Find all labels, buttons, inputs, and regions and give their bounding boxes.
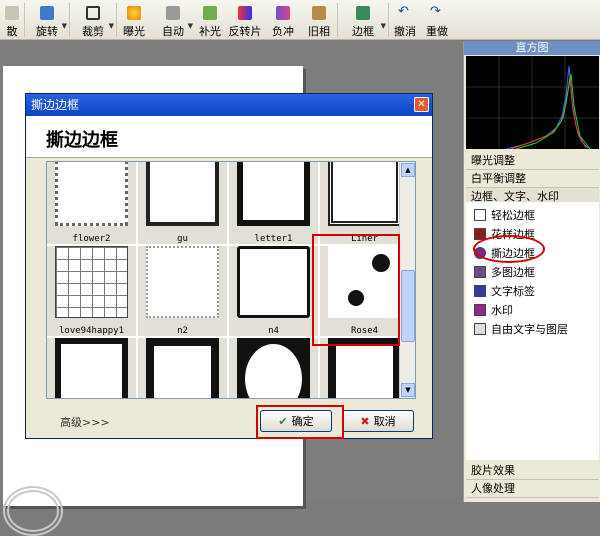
cancel-button[interactable]: ✖ 取消 [342, 410, 414, 432]
toolbar-exposure[interactable]: 曝光 [117, 0, 151, 40]
reverse-film-icon [238, 6, 252, 20]
toolbar-undo[interactable]: ↶ 撤消 [389, 0, 421, 40]
scroll-up-button[interactable]: ▲ [401, 163, 415, 177]
undo-icon: ↶ [398, 4, 409, 19]
thumbnail-10[interactable] [138, 338, 227, 398]
thumbnail-image [328, 162, 401, 226]
toolbar-reverse-film[interactable]: 反转片 [225, 0, 265, 40]
scroll-down-button[interactable]: ▼ [401, 383, 415, 397]
thumbnail-image [55, 338, 128, 398]
panel-item-text-label[interactable]: 文字标签 [474, 282, 535, 300]
thumbnail-love94happy1[interactable]: love94happy1 [47, 246, 136, 336]
redo-icon: ↷ [430, 4, 441, 19]
panel-item-watermark[interactable]: 水印 [474, 301, 513, 319]
toolbar-cut[interactable]: 散 [0, 0, 24, 40]
fill-light-icon [203, 6, 217, 20]
close-button[interactable]: ✕ [414, 97, 429, 112]
thumbnail-gu[interactable]: gu [138, 162, 227, 244]
grid-scrollbar[interactable]: ▲ ▼ [399, 162, 415, 398]
thumbnail-n2[interactable]: n2 [138, 246, 227, 336]
auto-icon [166, 6, 180, 20]
thumbnail-image [146, 246, 219, 318]
border-icon [356, 6, 370, 20]
toolbar-auto[interactable]: 自动 ▼ [151, 0, 195, 40]
exposure-icon [127, 6, 141, 20]
panel-group-film[interactable]: 胶片效果 [466, 462, 599, 480]
panel-item-free-text[interactable]: 自由文字与图层 [474, 320, 568, 338]
crop-icon [86, 6, 100, 20]
histogram [466, 56, 599, 149]
thumbnail-letter1[interactable]: letter1 [229, 162, 318, 244]
toolbar-crop[interactable]: 裁剪 ▼ [70, 0, 116, 40]
thumbnail-image [146, 162, 219, 226]
thumbnail-12[interactable] [320, 338, 409, 398]
right-panel: 直方图 曝光调整 白平衡调整 边框、文字、水印 轻松边框 花样边框 撕边边框 多… [463, 41, 600, 502]
toolbar: 散 旋转 ▼ 裁剪 ▼ 曝光 自动 ▼ 补光 反转片 负冲 旧相 边框 ▼ ↶ … [0, 0, 600, 40]
toolbar-old-photo[interactable]: 旧相 [301, 0, 337, 40]
panel-group-portrait[interactable]: 人像处理 [466, 480, 599, 498]
scroll-thumb[interactable] [401, 270, 415, 342]
watermark-icon [474, 304, 486, 316]
toolbar-rotate[interactable]: 旋转 ▼ [25, 0, 69, 40]
histogram-title: 直方图 [464, 41, 600, 55]
thumbnail-image [55, 246, 128, 318]
thumbnail-image [237, 246, 310, 318]
highlight-rose4 [312, 234, 400, 346]
cross-process-icon [276, 6, 290, 20]
highlight-ok [256, 405, 344, 439]
thumbnail-9[interactable] [47, 338, 136, 398]
toolbar-fill-light[interactable]: 补光 [195, 0, 225, 40]
thumbnail-image [237, 162, 310, 226]
close-icon: ✕ [417, 99, 426, 110]
advanced-link[interactable]: 高级>>> [60, 414, 110, 430]
free-text-icon [474, 323, 486, 335]
multi-border-icon [474, 266, 486, 278]
panel-group-exposure[interactable]: 曝光调整 [466, 152, 599, 170]
cut-icon [5, 6, 19, 20]
highlight-oval [473, 235, 545, 263]
old-photo-icon [312, 6, 326, 20]
thumbnail-11[interactable] [229, 338, 318, 398]
dialog-title: 撕边边框 [26, 94, 432, 116]
panel-item-easy-border[interactable]: 轻松边框 [474, 206, 535, 224]
torn-border-dialog: 撕边边框 ✕ 撕边边框 flower2 gu letter1 Liner lov… [25, 93, 433, 439]
thumbnail-image [328, 338, 401, 398]
thumbnail-flower2[interactable]: flower2 [47, 162, 136, 244]
dialog-heading: 撕边边框 [26, 116, 432, 158]
swirl-decoration [3, 486, 63, 536]
thumbnail-image [237, 338, 310, 398]
panel-group-white-balance[interactable]: 白平衡调整 [466, 170, 599, 188]
toolbar-cross-process[interactable]: 负冲 [265, 0, 301, 40]
rotate-icon [40, 6, 54, 20]
toolbar-border[interactable]: 边框 ▼ [338, 0, 388, 40]
oval-shape [245, 344, 302, 398]
thumbnail-image [55, 162, 128, 226]
cross-icon: ✖ [360, 414, 370, 428]
thumbnail-n4[interactable]: n4 [229, 246, 318, 336]
easy-border-icon [474, 209, 486, 221]
thumbnail-liner[interactable]: Liner [320, 162, 409, 244]
panel-item-multi-border[interactable]: 多图边框 [474, 263, 535, 281]
text-label-icon [474, 285, 486, 297]
toolbar-redo[interactable]: ↷ 重做 [421, 0, 453, 40]
thumbnail-image [146, 338, 219, 398]
